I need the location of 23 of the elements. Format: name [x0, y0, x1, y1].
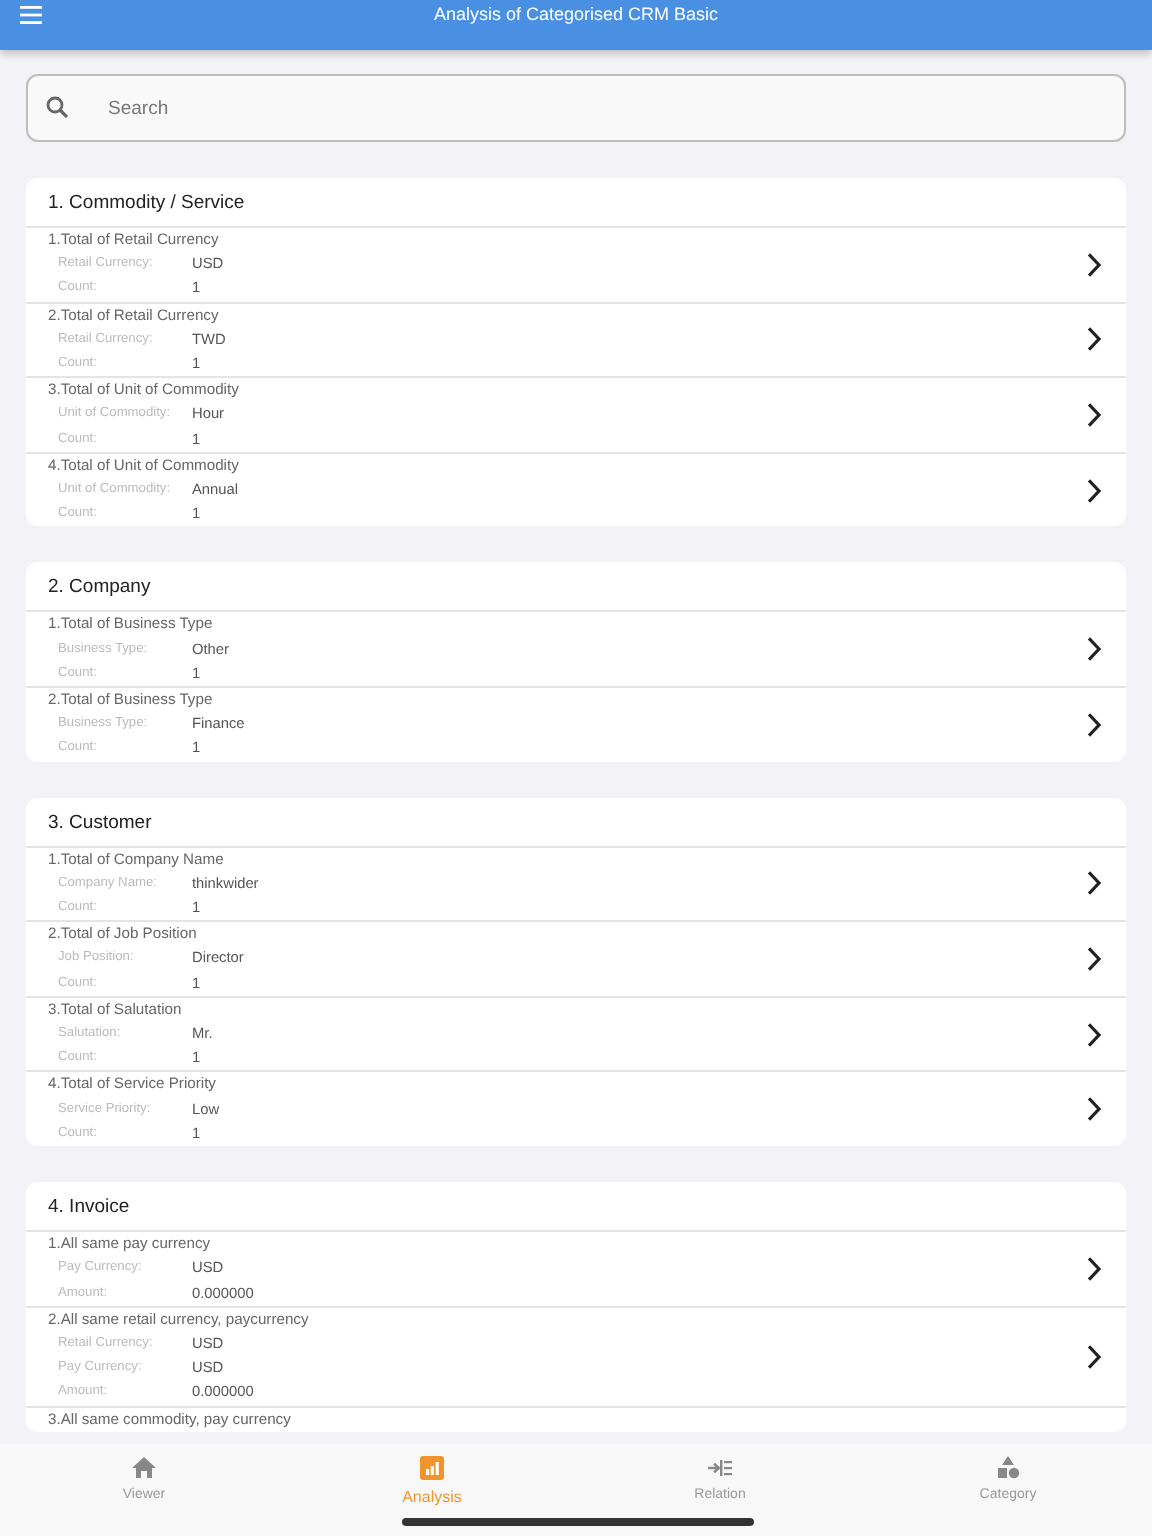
chevron-right-icon [1086, 251, 1102, 278]
shapes-icon [996, 1456, 1020, 1480]
chevron-right-icon [1086, 1343, 1102, 1370]
chevron-right-icon [1086, 402, 1102, 429]
chevron-right-icon [1086, 1255, 1102, 1282]
chevron-right-icon [1086, 946, 1102, 973]
search-field[interactable]: Search [26, 74, 1126, 142]
home-icon [132, 1456, 156, 1480]
chevron-right-icon [1086, 326, 1102, 353]
chevron-right-icon [1086, 711, 1102, 738]
menu-button[interactable] [20, 6, 42, 24]
chevron-right-icon [1086, 870, 1102, 897]
bar-chart-icon [420, 1456, 444, 1480]
section-title: 1. Commodity / Service [46, 190, 247, 218]
app-title: Analysis of Categorised CRM Basic [431, 2, 721, 29]
chevron-right-icon [1086, 477, 1102, 504]
chevron-right-icon [1086, 1021, 1102, 1048]
section-title: 4. Invoice [46, 1194, 132, 1223]
chevron-right-icon [1086, 1096, 1102, 1123]
chevron-right-icon [1086, 636, 1102, 663]
section-title: 2. Company [46, 574, 153, 603]
section-title: 3. Customer [46, 809, 154, 838]
arrow-to-lines-icon [708, 1456, 732, 1480]
